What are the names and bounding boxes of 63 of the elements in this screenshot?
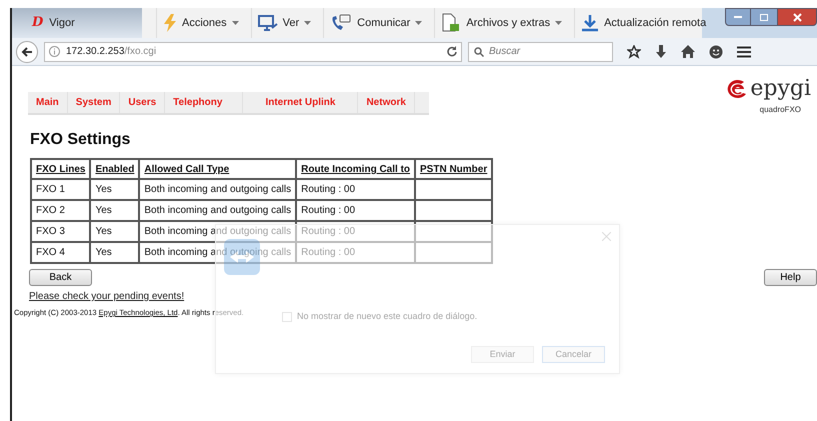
back-button[interactable]: Back	[29, 269, 92, 286]
close-window-button[interactable]	[777, 8, 817, 26]
back-nav-button[interactable]	[16, 40, 38, 62]
table-cell: Routing : 00	[296, 179, 416, 200]
browser-tab[interactable]: D Vigor	[12, 8, 142, 38]
monitor-icon	[258, 14, 278, 32]
table-cell: Yes	[90, 242, 140, 263]
table-cell: Both incoming and outgoing calls	[139, 200, 296, 221]
caret-icon	[232, 21, 239, 25]
download-arrow-icon[interactable]	[655, 44, 667, 58]
table-cell: Yes	[90, 200, 140, 221]
phone-chat-icon	[330, 14, 352, 32]
nav-link[interactable]: Telephony	[165, 92, 244, 113]
back-arrow-icon	[21, 46, 33, 58]
column-header[interactable]: Enabled	[90, 159, 140, 179]
tab-title: Vigor	[49, 16, 75, 31]
caret-icon	[304, 21, 312, 25]
nav-link[interactable]: Network	[358, 92, 415, 113]
restore-button[interactable]	[751, 8, 777, 26]
minimize-button[interactable]	[725, 8, 751, 26]
home-icon[interactable]	[681, 45, 695, 58]
page-title: FXO Settings	[30, 130, 132, 150]
url-text: 172.30.2.253/fxo.cgi	[66, 45, 156, 59]
search-field[interactable]: Buscar	[468, 42, 613, 62]
column-header[interactable]: Allowed Call Type	[139, 159, 296, 179]
nav-link[interactable]: Users	[120, 92, 166, 113]
checkbox[interactable]	[282, 312, 292, 322]
help-button[interactable]: Help	[764, 269, 817, 286]
document-puzzle-icon	[441, 13, 462, 33]
tab-favicon: D	[32, 14, 44, 32]
caret-icon	[415, 21, 422, 25]
checkbox-label: No mostrar de nuevo este cuadro de diálogo.	[297, 310, 478, 323]
search-input[interactable]: Buscar	[489, 44, 599, 59]
product-name: quadroFXO	[760, 104, 801, 116]
close-icon	[792, 12, 802, 22]
column-header[interactable]: Route Incoming Call to	[296, 159, 416, 179]
table-cell: Both incoming and outgoing calls	[139, 179, 296, 200]
table-cell: FXO 4	[31, 242, 90, 263]
nav-link[interactable]: Main	[28, 92, 68, 113]
pending-events-link[interactable]: Please check your pending events!	[29, 289, 184, 304]
column-header[interactable]: FXO Lines	[31, 159, 90, 179]
table-cell: FXO 2	[31, 200, 90, 221]
nav-link[interactable]: System	[68, 92, 120, 113]
table-cell: Routing : 00	[296, 242, 416, 263]
column-header[interactable]: PSTN Number	[415, 159, 492, 179]
lightning-icon	[163, 14, 177, 32]
caret-icon	[555, 21, 562, 25]
reload-icon[interactable]	[446, 46, 457, 57]
table-cell: Yes	[90, 179, 140, 200]
menu-icon[interactable]	[737, 46, 751, 58]
info-icon	[49, 46, 60, 57]
table-cell: Yes	[90, 221, 140, 242]
table-cell: Routing : 00	[296, 200, 416, 221]
search-icon	[474, 46, 484, 56]
download-icon	[581, 14, 600, 32]
star-icon[interactable]	[627, 44, 641, 58]
table-cell: Routing : 00	[296, 221, 416, 242]
logo-wordmark: epygi	[750, 78, 811, 100]
nav-link[interactable]: Internet Uplink	[243, 92, 358, 113]
address-field[interactable]: 172.30.2.253/fxo.cgi	[44, 42, 462, 62]
table-cell: FXO 3	[31, 221, 90, 242]
smiley-icon[interactable]	[709, 44, 723, 58]
table-cell: FXO 1	[31, 179, 90, 200]
